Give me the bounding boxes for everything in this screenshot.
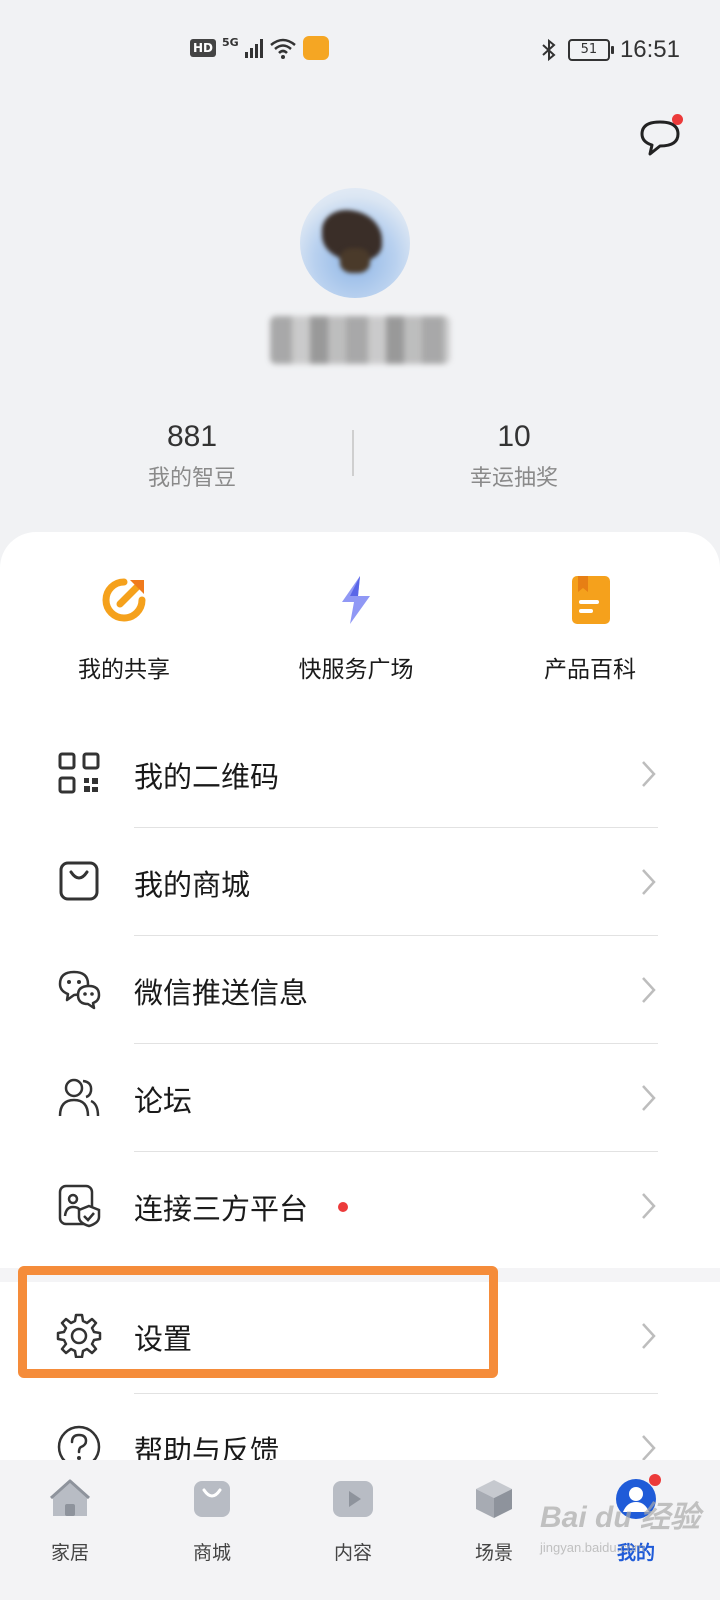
- nav-label: 商城: [192, 1542, 231, 1564]
- nav-scene[interactable]: 场景: [444, 1478, 544, 1565]
- stat-lottery[interactable]: 10 幸运抽奖: [414, 420, 614, 492]
- share-icon: [102, 578, 146, 622]
- nav-badge: [649, 1474, 661, 1486]
- clock: 16:51: [619, 36, 680, 63]
- nav-label: 内容: [333, 1542, 372, 1564]
- quick-action-label: 产品百科: [544, 657, 636, 683]
- battery-icon: 51: [567, 39, 614, 61]
- play-icon: [333, 1481, 373, 1517]
- lightning-icon: [342, 576, 370, 624]
- menu-item-third-party[interactable]: 连接三方平台: [0, 1152, 720, 1260]
- bluetooth-icon: [542, 38, 556, 62]
- wechat-icon: [58, 970, 101, 1010]
- menu-item-label: 我的二维码: [134, 760, 280, 794]
- stat-value: 881: [166, 420, 218, 453]
- quick-action-share[interactable]: 我的共享: [24, 572, 224, 684]
- menu-item-mall[interactable]: 我的商城: [0, 828, 720, 936]
- stat-divider: [352, 430, 354, 476]
- chevron-right-icon: [642, 977, 656, 1003]
- stat-value: 10: [497, 420, 531, 453]
- menu-item-label: 我的商城: [134, 868, 251, 902]
- watermark-line2: jingyan.baidu.com: [540, 1540, 645, 1555]
- signal-icon: [244, 38, 263, 58]
- message-button[interactable]: [636, 114, 684, 162]
- wifi-icon: [269, 38, 296, 59]
- menu-item-label: 设置: [134, 1322, 193, 1356]
- nav-home[interactable]: 家居: [20, 1478, 120, 1565]
- section-divider: [0, 1268, 720, 1282]
- app-notification-icon: [302, 36, 329, 60]
- menu-item-label: 连接三方平台: [134, 1192, 309, 1226]
- watermark-line1: Bai du 经验: [540, 1501, 701, 1534]
- home-icon: [49, 1479, 91, 1516]
- avatar[interactable]: [300, 188, 410, 298]
- third-party-icon: [58, 1184, 101, 1228]
- book-icon: [572, 576, 610, 624]
- qrcode-icon: [58, 752, 100, 794]
- menu-card: 我的共享 快服务广场 产品百科 我的二维码 我的商城 微信推送信息 论坛 连接三…: [0, 532, 720, 1472]
- network-type: 5G: [222, 35, 239, 49]
- menu-item-wechat[interactable]: 微信推送信息: [0, 936, 720, 1044]
- message-badge: [672, 114, 683, 125]
- menu-item-label: 论坛: [134, 1084, 193, 1118]
- quick-action-label: 我的共享: [78, 657, 170, 683]
- menu-item-label: 微信推送信息: [134, 976, 309, 1010]
- nav-label: 场景: [474, 1542, 513, 1564]
- nav-content[interactable]: 内容: [303, 1478, 403, 1565]
- menu-item-qrcode[interactable]: 我的二维码: [0, 720, 720, 828]
- stat-label: 幸运抽奖: [469, 466, 558, 491]
- new-badge: [338, 1202, 348, 1212]
- stat-label: 我的智豆: [147, 466, 236, 491]
- quick-action-wiki[interactable]: 产品百科: [490, 572, 690, 684]
- menu-item-forum[interactable]: 论坛: [0, 1044, 720, 1152]
- chevron-right-icon: [642, 1323, 656, 1349]
- shopping-bag-icon: [59, 861, 99, 901]
- cube-icon: [476, 1480, 512, 1518]
- chevron-right-icon: [642, 761, 656, 787]
- bag-icon: [194, 1481, 230, 1517]
- nav-mall[interactable]: 商城: [162, 1478, 262, 1565]
- quick-action-label: 快服务广场: [298, 657, 414, 683]
- gear-icon: [56, 1313, 102, 1358]
- hd-indicator: HD: [190, 39, 217, 57]
- chevron-right-icon: [642, 1085, 656, 1111]
- stat-beans[interactable]: 881 我的智豆: [92, 420, 292, 492]
- menu-item-settings[interactable]: 设置: [0, 1282, 720, 1394]
- people-icon: [58, 1078, 100, 1117]
- baidu-watermark: Bai du 经验 jingyan.baidu.com: [540, 1492, 710, 1572]
- chevron-right-icon: [642, 869, 656, 895]
- nav-label: 家居: [50, 1542, 89, 1564]
- quick-action-service[interactable]: 快服务广场: [256, 572, 456, 684]
- chevron-right-icon: [642, 1193, 656, 1219]
- username-blurred: [270, 316, 450, 364]
- status-bar: HD 5G 51 16:51: [0, 0, 720, 100]
